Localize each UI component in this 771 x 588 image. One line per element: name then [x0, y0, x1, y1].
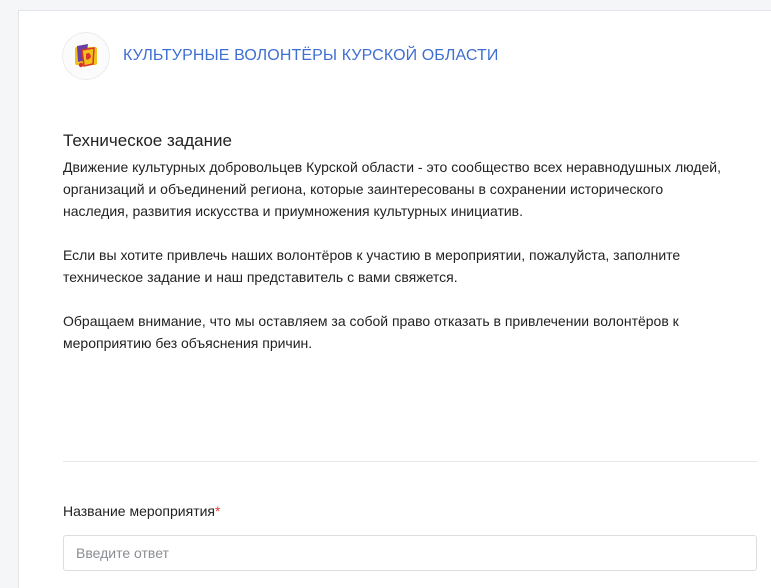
organization-name[interactable]: КУЛЬТУРНЫЕ ВОЛОНТЁРЫ КУРСКОЙ ОБЛАСТИ [123, 47, 499, 65]
section-divider [63, 461, 757, 462]
form-card: КУЛЬТУРНЫЕ ВОЛОНТЁРЫ КУРСКОЙ ОБЛАСТИ Тех… [18, 10, 771, 588]
form-description: Движение культурных добровольцев Курской… [63, 156, 723, 376]
volunteers-logo-icon [63, 33, 109, 79]
event-name-input[interactable] [63, 535, 757, 571]
description-paragraph: Если вы хотите привлечь наших волонтёров… [63, 247, 681, 285]
description-paragraph: Движение культурных добровольцев Курской… [63, 159, 721, 219]
question-label-event-name: Название мероприятия* [63, 503, 220, 519]
form-title: Техническое задание [63, 131, 232, 150]
description-paragraph: Обращаем внимание, что мы оставляем за с… [63, 313, 679, 351]
question-label-text: Название мероприятия [63, 503, 216, 519]
required-mark: * [215, 503, 221, 519]
form-header: КУЛЬТУРНЫЕ ВОЛОНТЁРЫ КУРСКОЙ ОБЛАСТИ [63, 33, 499, 79]
